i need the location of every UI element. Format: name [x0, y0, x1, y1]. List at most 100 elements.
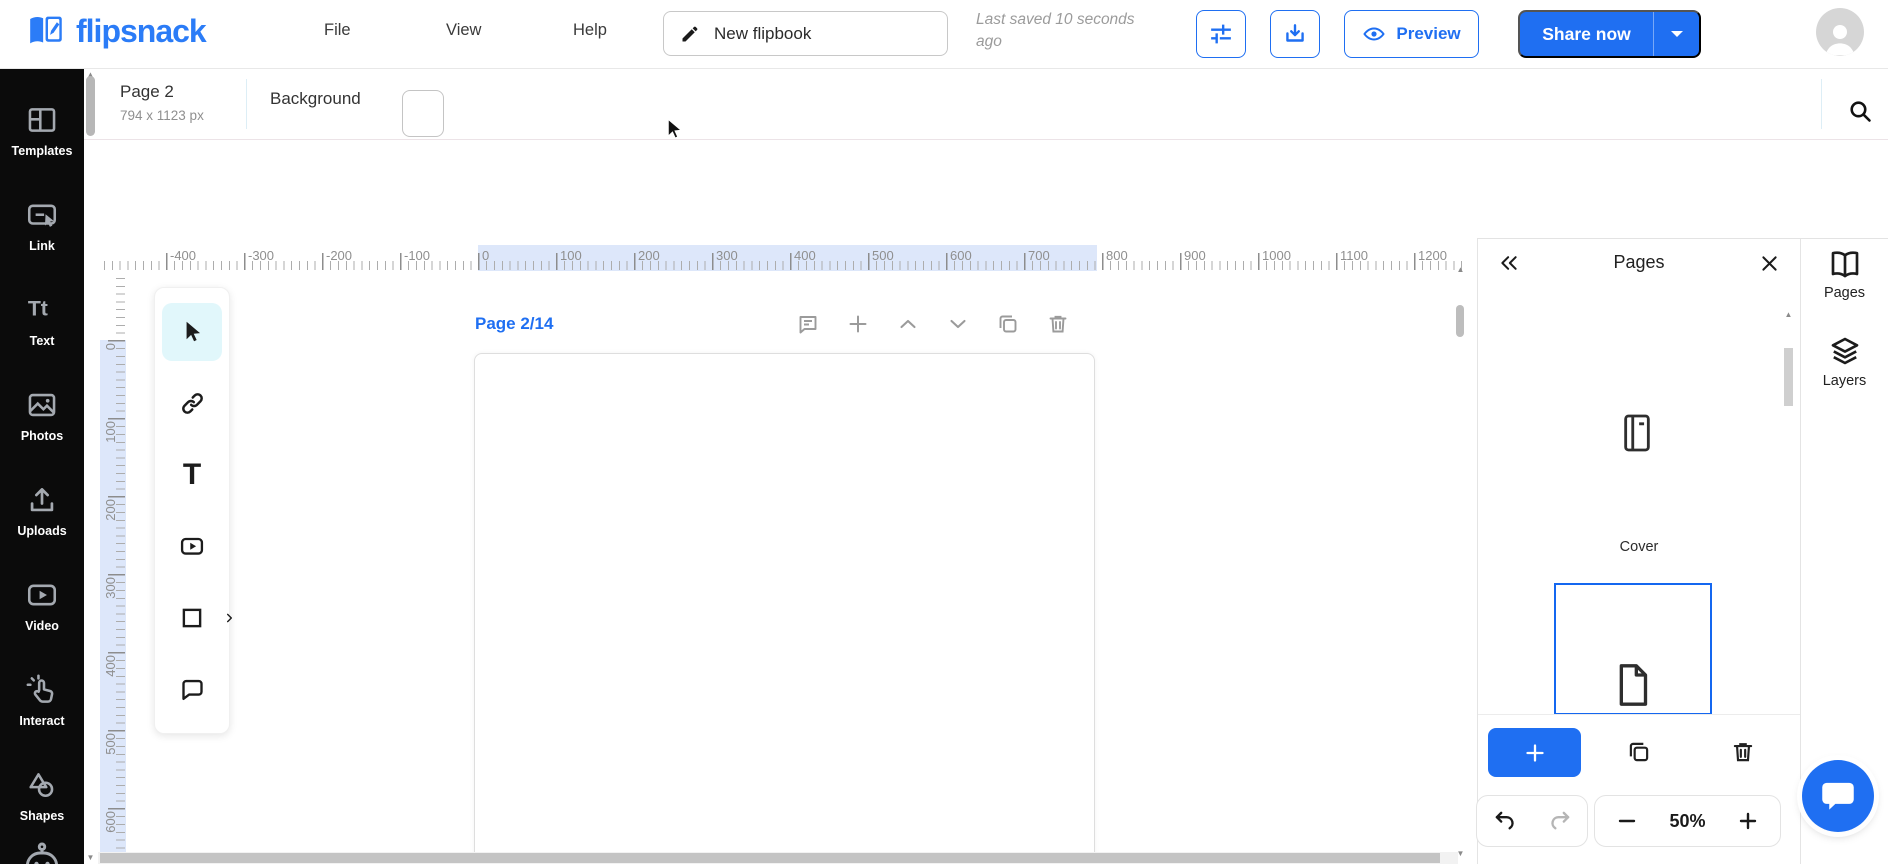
shapes-icon — [29, 773, 54, 798]
scrollbar-thumb[interactable] — [100, 853, 1440, 863]
duplicate-page-icon[interactable] — [1626, 739, 1652, 765]
pages-panel-title: Pages — [1613, 252, 1665, 272]
horizontal-ruler: -400 -300 -200 -100 0 100 200 300 400 500 600 700 80… — [97, 245, 1463, 271]
account-avatar[interactable] — [1816, 8, 1864, 56]
share-dropdown-toggle[interactable] — [1653, 12, 1699, 56]
move-page-down-icon[interactable] — [946, 312, 970, 336]
menu-file[interactable]: File — [324, 21, 351, 40]
ruler-label: 0 — [482, 248, 490, 263]
flipbook-placeholder-icon — [1620, 411, 1654, 455]
menu-view[interactable]: View — [446, 21, 481, 40]
toolbar-divider — [1821, 79, 1822, 129]
vertical-ruler: 0 100 200 300 400 500 600 — [100, 270, 126, 864]
download-button[interactable] — [1270, 10, 1320, 58]
add-page-icon[interactable] — [846, 312, 870, 336]
scrollbar-thumb[interactable] — [1456, 305, 1464, 337]
document-page[interactable] — [474, 353, 1095, 864]
shape-flyout-chevron-icon[interactable] — [224, 612, 235, 623]
scrollbar-thumb[interactable] — [86, 76, 95, 136]
ruler-label: 1100 — [1340, 248, 1368, 263]
duplicate-page-icon[interactable] — [996, 312, 1020, 336]
zoom-out-button[interactable] — [1615, 809, 1639, 833]
preview-label: Preview — [1396, 24, 1461, 43]
ruler-label: -100 — [404, 248, 431, 263]
ruler-label: 200 — [103, 499, 118, 521]
search-icon[interactable] — [1847, 98, 1874, 125]
page-toolbar: Page 2 794 x 1123 px Background — [84, 69, 1888, 140]
ruler-label: 600 — [950, 248, 972, 263]
last-saved-status: Last saved 10 seconds ago — [976, 11, 1135, 51]
preview-button[interactable]: Preview — [1344, 10, 1479, 58]
undo-button[interactable] — [1492, 808, 1518, 834]
ruler-label: 1000 — [1262, 248, 1291, 263]
history-controls — [1476, 795, 1588, 847]
scroll-up-arrow[interactable]: ▲ — [1454, 266, 1467, 274]
sidebar-item-video[interactable]: Video — [0, 558, 84, 653]
canvas-horizontal-scrollbar[interactable] — [98, 852, 1458, 864]
sidebar-item-uploads[interactable]: Uploads — [0, 463, 84, 558]
interact-tap-icon — [26, 674, 54, 703]
delete-page-icon[interactable] — [1046, 312, 1070, 336]
pages-panel-scrollbar[interactable]: ▲ — [1784, 311, 1793, 475]
text-icon: Tt — [28, 297, 48, 321]
caret-down-icon — [1670, 30, 1683, 37]
sidebar-item-photos[interactable]: Photos — [0, 368, 84, 463]
page-comment-icon[interactable] — [796, 312, 820, 336]
background-color-swatch[interactable] — [402, 90, 444, 137]
ruler-label: 900 — [1184, 248, 1206, 263]
redo-button[interactable] — [1547, 808, 1573, 834]
tool-link[interactable] — [162, 374, 222, 433]
sidebar-item-text[interactable]: Tt Text — [0, 273, 84, 368]
rail-item-layers[interactable]: Layers — [1801, 335, 1888, 389]
tool-comment[interactable] — [162, 660, 222, 719]
assistant-robot-icon[interactable] — [20, 842, 64, 864]
move-page-up-icon[interactable] — [896, 312, 920, 336]
logo-wordmark: flipsnack — [76, 13, 207, 49]
background-label: Background — [270, 89, 361, 108]
canvas-vertical-scrollbar-right[interactable]: ▲ ▼ — [1454, 266, 1466, 858]
sidebar-item-link[interactable]: Link — [0, 178, 84, 273]
zoom-in-button[interactable] — [1736, 809, 1760, 833]
scroll-up-arrow[interactable]: ▲ — [1784, 311, 1793, 319]
ruler-label: 300 — [103, 577, 118, 599]
templates-icon — [28, 108, 56, 132]
rail-item-pages[interactable]: Pages — [1801, 249, 1888, 301]
menu-help[interactable]: Help — [573, 21, 607, 40]
sidebar-item-interact[interactable]: Interact — [0, 653, 84, 748]
flipbook-title-field[interactable] — [663, 11, 948, 56]
toolbar-divider — [246, 79, 247, 129]
sidebar-item-shapes[interactable]: Shapes — [0, 748, 84, 843]
scrollbar-thumb[interactable] — [1784, 348, 1793, 406]
share-now-button[interactable]: Share now — [1518, 10, 1701, 58]
canvas-vertical-scrollbar-left[interactable]: ▲ ▼ — [84, 69, 97, 864]
layers-icon — [1831, 337, 1858, 365]
chat-icon — [1822, 782, 1854, 810]
sidebar-label-shapes: Shapes — [19, 809, 65, 823]
sidebar-label-link: Link — [29, 239, 55, 253]
ruler-label: 400 — [794, 248, 816, 263]
sidebar-label-templates: Templates — [11, 144, 73, 158]
cover-thumbnail-selected[interactable] — [1554, 583, 1712, 715]
video-icon — [27, 584, 57, 606]
tool-text[interactable]: T — [162, 446, 222, 505]
open-book-icon — [1831, 251, 1858, 278]
delete-page-icon[interactable] — [1730, 739, 1756, 765]
tool-video[interactable] — [162, 517, 222, 576]
sidebar-item-templates[interactable]: Templates — [0, 83, 84, 178]
sidebar-label-photos: Photos — [20, 429, 64, 443]
ruler-label: 100 — [103, 421, 118, 443]
add-page-button[interactable] — [1488, 728, 1581, 777]
flipbook-title-input[interactable] — [714, 23, 904, 44]
live-chat-button[interactable] — [1802, 760, 1874, 832]
tool-shape[interactable] — [162, 589, 233, 648]
scroll-down-arrow[interactable]: ▼ — [84, 854, 97, 862]
tool-select-cursor[interactable] — [162, 302, 222, 361]
close-panel-icon[interactable] — [1759, 253, 1780, 274]
pages-panel: Pages ▲ Cover — [1477, 239, 1800, 864]
flipsnack-logo[interactable]: flipsnack — [28, 13, 207, 50]
pages-panel-header: Pages — [1478, 239, 1800, 287]
flipbook-settings-button[interactable] — [1196, 10, 1246, 58]
sidebar-label-uploads: Uploads — [17, 524, 67, 538]
ruler-label: 1200 — [1418, 248, 1447, 263]
cover-thumbnail-label: Cover — [1619, 539, 1659, 555]
